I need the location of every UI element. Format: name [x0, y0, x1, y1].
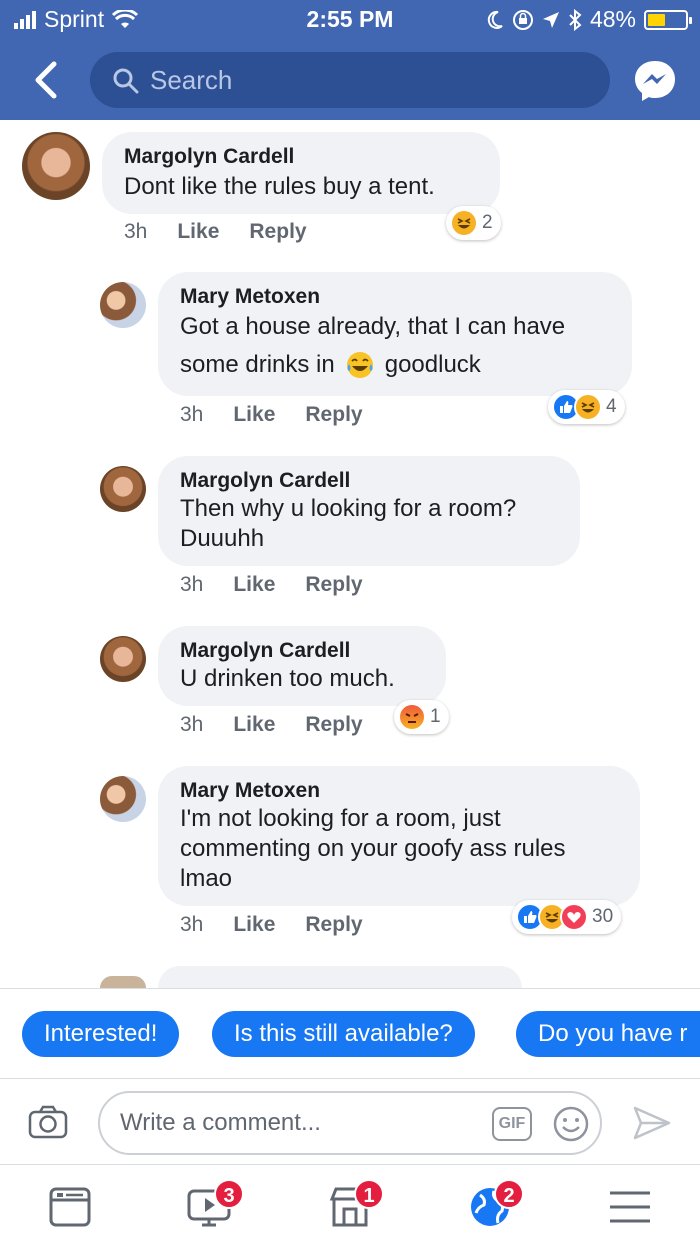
like-button[interactable]: Like — [233, 573, 275, 597]
reaction-summary[interactable]: 4 — [548, 390, 625, 424]
reaction-count: 30 — [592, 906, 614, 927]
search-icon — [113, 68, 139, 94]
angry-reaction-icon — [398, 703, 426, 731]
avatar[interactable] — [100, 282, 146, 328]
tab-notifications[interactable]: 2 — [466, 1179, 524, 1231]
battery-percent: 48% — [589, 6, 636, 32]
comment-bubble — [158, 966, 522, 988]
news-feed-icon — [49, 1187, 91, 1227]
moon-icon — [487, 10, 503, 29]
quick-reply-chip[interactable]: Is this still available? — [212, 1011, 475, 1057]
quick-replies-bar: Interested! Is this still available? Do … — [0, 988, 700, 1078]
camera-icon[interactable] — [28, 1105, 68, 1139]
comment-time: 3h — [124, 220, 148, 243]
comment-input-wrapper[interactable]: GIF — [98, 1091, 602, 1155]
love-reaction-icon — [560, 903, 588, 931]
comment-text-line: commenting on your goofy ass rules — [180, 835, 566, 862]
tab-watch[interactable]: 3 — [186, 1179, 244, 1231]
comment-time: 3h — [180, 913, 204, 936]
comment-composer: GIF — [0, 1078, 700, 1164]
comment-text: U drinken too much. — [180, 665, 395, 692]
rotation-lock-icon — [512, 9, 533, 30]
comment-author[interactable]: Margolyn Cardell — [180, 468, 558, 494]
battery-icon — [644, 9, 692, 30]
like-button[interactable]: Like — [233, 403, 275, 427]
comment-text-line: Then why u looking for a room? — [180, 495, 517, 522]
like-button[interactable]: Like — [177, 220, 219, 244]
notification-badge: 3 — [214, 1179, 244, 1209]
reply-button[interactable]: Reply — [305, 573, 362, 597]
reply-button[interactable]: Reply — [249, 220, 306, 244]
comment-author[interactable]: Mary Metoxen — [180, 778, 618, 804]
reaction-count: 4 — [606, 396, 617, 417]
search-input[interactable] — [150, 60, 590, 100]
reaction-count: 1 — [430, 706, 441, 727]
avatar — [100, 976, 146, 988]
avatar[interactable] — [100, 466, 146, 512]
avatar[interactable] — [22, 132, 90, 200]
comment-text: Dont like the rules buy a tent. — [124, 173, 435, 200]
tab-menu[interactable] — [606, 1183, 654, 1231]
smiley-icon[interactable] — [552, 1105, 590, 1143]
search-bar[interactable] — [90, 52, 610, 108]
haha-reaction-icon — [450, 209, 478, 237]
reply-button[interactable]: Reply — [305, 913, 362, 937]
comment-author[interactable]: Mary Metoxen — [180, 284, 610, 310]
comment-bubble: Mary Metoxen I'm not looking for a room,… — [158, 766, 640, 906]
bluetooth-icon — [569, 8, 582, 31]
comment-bubble: Mary Metoxen Got a house already, that I… — [158, 272, 632, 396]
tears-of-joy-emoji — [346, 352, 373, 378]
notification-badge: 2 — [494, 1179, 524, 1209]
comment-text-line: Duuuhh — [180, 525, 265, 552]
comment-text-line: Got a house already, that I can have — [180, 313, 566, 340]
comment-text-line: lmao — [180, 865, 233, 892]
reply-button[interactable]: Reply — [305, 713, 362, 737]
comment-text-part: goodluck — [384, 351, 481, 378]
comment-text-line: I'm not looking for a room, just — [180, 805, 501, 832]
comment-author[interactable]: Margolyn Cardell — [180, 638, 424, 664]
quick-reply-chip[interactable]: Do you have r — [516, 1011, 700, 1057]
comment-author[interactable]: Margolyn Cardell — [124, 144, 478, 170]
comment-time: 3h — [180, 573, 204, 596]
comment-bubble: Margolyn Cardell Dont like the rules buy… — [102, 132, 500, 214]
reaction-count: 2 — [482, 212, 493, 233]
quick-reply-chip[interactable]: Interested! — [22, 1011, 180, 1057]
comment-input[interactable] — [120, 1103, 480, 1143]
reply-button[interactable]: Reply — [305, 403, 362, 427]
reaction-summary[interactable]: 2 — [446, 206, 501, 240]
bottom-tab-bar: 3 1 2 — [0, 1164, 700, 1247]
reaction-summary[interactable]: 30 — [512, 900, 622, 934]
gif-button[interactable]: GIF — [492, 1107, 532, 1141]
location-arrow-icon — [542, 11, 559, 28]
status-bar: Sprint 2:55 PM 48% — [0, 0, 700, 38]
comment-time: 3h — [180, 713, 204, 736]
avatar[interactable] — [100, 776, 146, 822]
comment-bubble: Margolyn Cardell U drinken too much. — [158, 626, 446, 706]
send-icon[interactable] — [632, 1105, 672, 1141]
comment-time: 3h — [180, 403, 204, 426]
haha-reaction-icon — [574, 393, 602, 421]
tab-marketplace[interactable]: 1 — [326, 1179, 384, 1231]
tab-news-feed[interactable] — [46, 1183, 94, 1231]
menu-icon — [610, 1191, 650, 1223]
back-chevron-icon[interactable] — [26, 56, 70, 104]
like-button[interactable]: Like — [233, 713, 275, 737]
messenger-icon[interactable] — [632, 58, 678, 104]
like-button[interactable]: Like — [233, 913, 275, 937]
comment-text-line: some drinks in goodluck — [180, 348, 610, 382]
app-header: Sprint 2:55 PM 48% — [0, 0, 700, 120]
comment-bubble: Margolyn Cardell Then why u looking for … — [158, 456, 580, 566]
reaction-summary[interactable]: 1 — [394, 700, 449, 734]
avatar[interactable] — [100, 636, 146, 682]
notification-badge: 1 — [354, 1179, 384, 1209]
battery-level — [648, 13, 666, 26]
comment-text-part: some drinks in — [180, 351, 335, 378]
